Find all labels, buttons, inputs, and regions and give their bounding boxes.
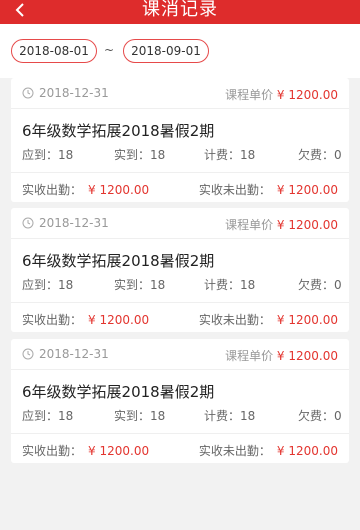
record-card-header: 2018-12-31 课程单价 ¥ 1200.00 (11, 78, 349, 109)
owed-count: 欠费：0 (298, 409, 342, 423)
charged-count: 计费：18 (204, 409, 256, 423)
paid-absent: 实收未出勤： ¥ 1200.00 (199, 311, 338, 328)
owed-count: 欠费：0 (298, 278, 342, 292)
unit-price-value: ¥ 1200.00 (276, 88, 338, 102)
unit-price: 课程单价 ¥ 1200.00 (225, 216, 338, 233)
charged-count: 计费：18 (204, 148, 256, 162)
due-count: 应到：18 (22, 148, 74, 162)
paid-absent: 实收未出勤： ¥ 1200.00 (199, 181, 338, 198)
record-card-footer: 实收出勤： ¥ 1200.00 实收未出勤： ¥ 1200.00 (11, 302, 349, 333)
record-date: 2018-12-31 (39, 347, 109, 361)
paid-absent-value: ¥ 1200.00 (276, 183, 338, 197)
paid-attended-value: ¥ 1200.00 (88, 183, 150, 197)
owed-count: 欠费：0 (298, 148, 342, 162)
paid-absent-value: ¥ 1200.00 (276, 313, 338, 327)
unit-price-label: 课程单价 (225, 218, 274, 232)
clock-icon (22, 348, 34, 360)
end-date-picker[interactable]: 2018-09-01 (123, 39, 209, 63)
paid-absent-label: 实收未出勤： (198, 183, 271, 197)
record-card-footer: 实收出勤： ¥ 1200.00 实收未出勤： ¥ 1200.00 (11, 172, 349, 203)
date-filter-bar: 2018-08-01 ~ 2018-09-01 (0, 24, 360, 78)
paid-attended-label: 实收出勤： (22, 313, 83, 327)
due-count: 应到：18 (22, 409, 74, 423)
paid-attended-label: 实收出勤： (22, 183, 83, 197)
due-count: 应到：18 (22, 278, 74, 292)
record-card-header: 2018-12-31 课程单价 ¥ 1200.00 (11, 339, 349, 370)
attendance-stats: 应到：18 实到：18 计费：18 欠费：0 (22, 407, 342, 423)
clock-icon (22, 217, 34, 229)
paid-attended: 实收出勤： ¥ 1200.00 (22, 311, 149, 328)
record-card[interactable]: 2018-12-31 课程单价 ¥ 1200.00 6年级数学拓展2018暑假2… (11, 208, 349, 332)
course-name: 6年级数学拓展2018暑假2期 (22, 122, 215, 140)
paid-attended: 实收出勤： ¥ 1200.00 (22, 442, 149, 459)
paid-absent-value: ¥ 1200.00 (276, 444, 338, 458)
paid-absent-label: 实收未出勤： (198, 444, 271, 458)
record-card[interactable]: 2018-12-31 课程单价 ¥ 1200.00 6年级数学拓展2018暑假2… (11, 339, 349, 463)
record-card[interactable]: 2018-12-31 课程单价 ¥ 1200.00 6年级数学拓展2018暑假2… (11, 78, 349, 202)
record-date: 2018-12-31 (39, 216, 109, 230)
unit-price: 课程单价 ¥ 1200.00 (225, 347, 338, 364)
date-separator: ~ (104, 43, 115, 57)
course-name: 6年级数学拓展2018暑假2期 (22, 383, 215, 401)
paid-absent-label: 实收未出勤： (198, 313, 271, 327)
paid-attended-value: ¥ 1200.00 (88, 444, 150, 458)
actual-count: 实到：18 (114, 148, 166, 162)
charged-count: 计费：18 (204, 278, 256, 292)
record-date: 2018-12-31 (39, 86, 109, 100)
actual-count: 实到：18 (114, 409, 166, 423)
unit-price-value: ¥ 1200.00 (276, 349, 338, 363)
attendance-stats: 应到：18 实到：18 计费：18 欠费：0 (22, 276, 342, 292)
record-card-header: 2018-12-31 课程单价 ¥ 1200.00 (11, 208, 349, 239)
unit-price-label: 课程单价 (225, 349, 274, 363)
app-header: 课消记录 (0, 0, 360, 24)
start-date-picker[interactable]: 2018-08-01 (11, 39, 97, 63)
record-card-footer: 实收出勤： ¥ 1200.00 实收未出勤： ¥ 1200.00 (11, 433, 349, 464)
paid-attended: 实收出勤： ¥ 1200.00 (22, 181, 149, 198)
page-title: 课消记录 (142, 0, 218, 20)
attendance-stats: 应到：18 实到：18 计费：18 欠费：0 (22, 146, 342, 162)
unit-price-label: 课程单价 (225, 88, 274, 102)
unit-price-value: ¥ 1200.00 (276, 218, 338, 232)
unit-price: 课程单价 ¥ 1200.00 (225, 86, 338, 103)
clock-icon (22, 87, 34, 99)
paid-attended-label: 实收出勤： (22, 444, 83, 458)
course-name: 6年级数学拓展2018暑假2期 (22, 252, 215, 270)
paid-attended-value: ¥ 1200.00 (88, 313, 150, 327)
paid-absent: 实收未出勤： ¥ 1200.00 (199, 442, 338, 459)
actual-count: 实到：18 (114, 278, 166, 292)
